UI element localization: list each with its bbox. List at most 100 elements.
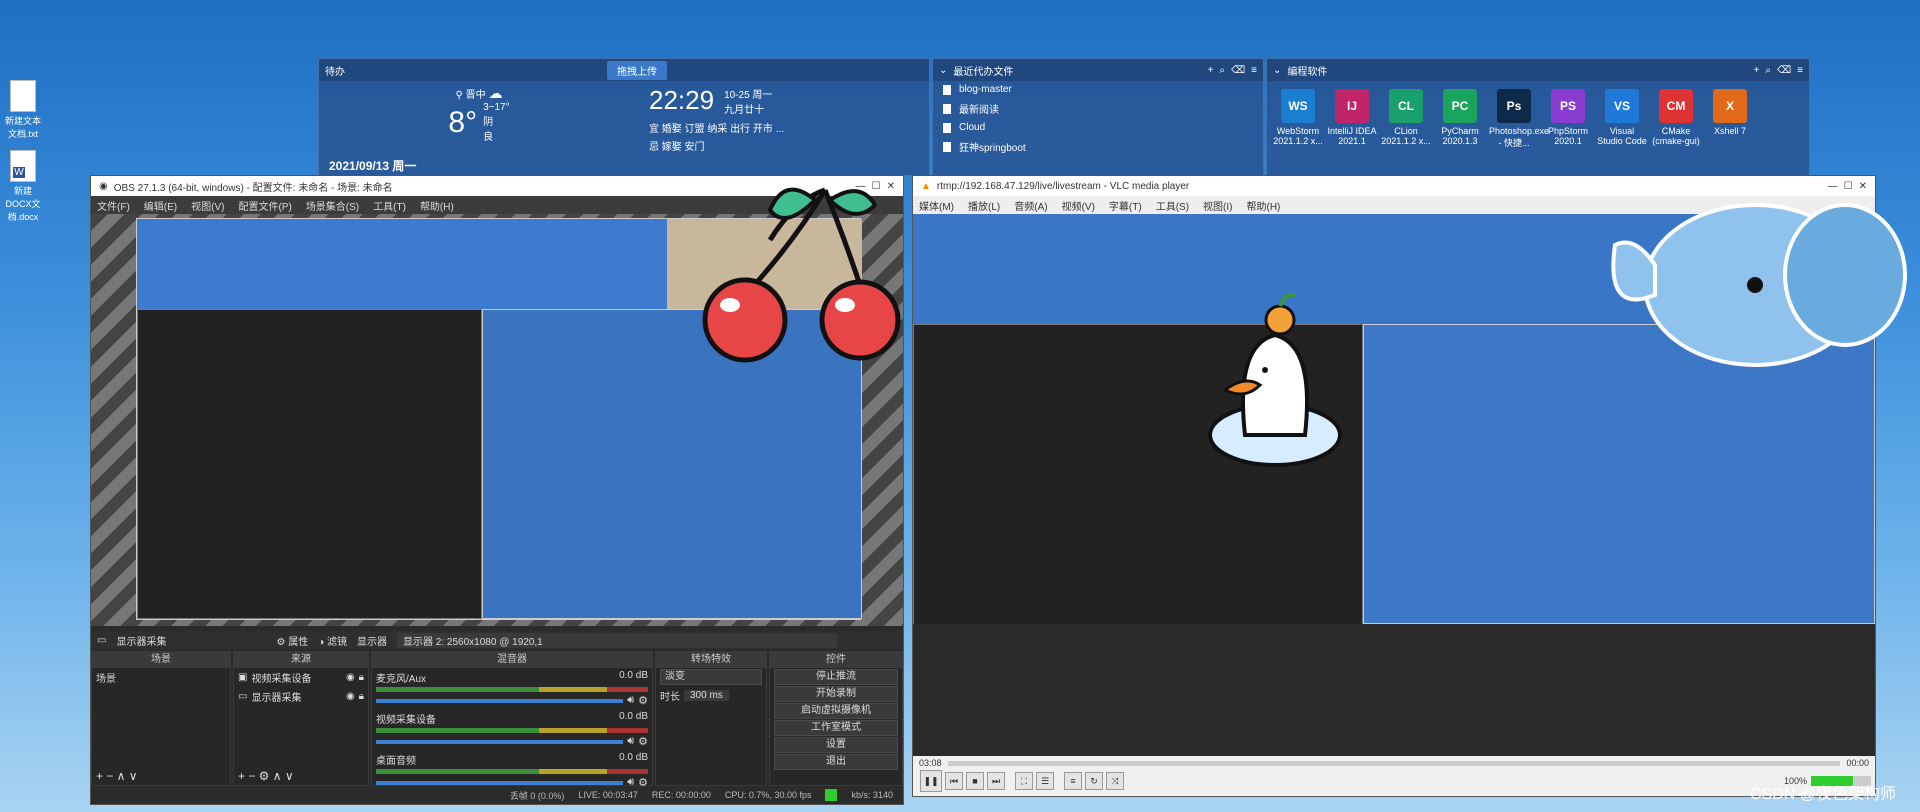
menu-item[interactable]: 工具(S) — [1156, 198, 1189, 213]
menu-item[interactable]: 视图(V) — [191, 198, 224, 213]
upload-button[interactable]: 拖拽上传 — [607, 60, 667, 80]
app-icon: CM — [1659, 89, 1693, 123]
stop-icon[interactable]: ■ — [966, 772, 984, 790]
volume-slider[interactable] — [376, 739, 624, 744]
source-item[interactable]: ▣ 视频采集设备 ◉ 🔒︎ — [234, 668, 368, 687]
app-shortcut[interactable]: PS PhpStorm 2020.1 — [1543, 89, 1593, 149]
status-indicator — [825, 789, 838, 801]
gear-icon[interactable]: ⚙ — [638, 694, 648, 707]
file-item[interactable]: blog-master — [933, 81, 1263, 98]
menu-item[interactable]: 场景集合(S) — [306, 198, 359, 213]
chevron-down-icon[interactable]: ⌄ — [939, 65, 947, 76]
dock-title: 转场特效 — [656, 652, 766, 668]
extended-settings-icon[interactable]: ☰ — [1036, 772, 1054, 790]
display-select[interactable]: 显示器 2: 2560x1080 @ 1920,1 — [397, 632, 838, 648]
speaker-icon[interactable]: 🔊︎ — [627, 735, 634, 748]
seek-bar[interactable] — [947, 760, 1841, 766]
desktop-icon-label: 新建DOCX文档.docx — [5, 186, 41, 222]
app-icon: WS — [1281, 89, 1315, 123]
transition-select[interactable]: 淡变 — [660, 669, 762, 685]
menu-item[interactable]: 文件(F) — [97, 198, 130, 213]
next-icon[interactable]: ⏭ — [987, 772, 1005, 790]
app-icon: VS — [1605, 89, 1639, 123]
menu-item[interactable]: 帮助(H) — [420, 198, 454, 213]
menu-item[interactable]: 媒体(M) — [919, 198, 954, 213]
app-shortcut[interactable]: Ps Photoshop.exe - 快捷... — [1489, 89, 1549, 149]
control-button[interactable]: 开始录制 — [774, 686, 898, 702]
add-icon[interactable]: + — [1754, 65, 1760, 76]
duration-input[interactable]: 300 ms — [684, 690, 729, 701]
file-item[interactable]: Cloud — [933, 119, 1263, 136]
eye-icon[interactable]: ◉ — [346, 691, 355, 702]
app-shortcut[interactable]: CL CLion 2021.1.2 x... — [1381, 89, 1431, 149]
dock-title: 来源 — [234, 652, 368, 668]
menu-item[interactable]: 帮助(H) — [1247, 198, 1281, 213]
app-label: PyCharm 2020.1.3 — [1441, 126, 1479, 146]
control-button[interactable]: 停止推流 — [774, 669, 898, 685]
mixer-channel: 桌面音频 0.0 dB 🔊︎ ⚙ — [372, 750, 652, 791]
loop-icon[interactable]: ↻ — [1085, 772, 1103, 790]
time-end: 00:00 — [1846, 758, 1869, 768]
app-shortcut[interactable]: WS WebStorm 2021.1.2 x... — [1273, 89, 1323, 149]
search-icon[interactable]: ⌕ — [1219, 65, 1225, 76]
file-item[interactable]: 最新阅读 — [933, 98, 1263, 119]
obs-app-icon: ◉ — [99, 180, 108, 192]
add-icon[interactable]: + — [1208, 65, 1214, 76]
desktop-icon-text-file[interactable]: 新建文本文档.txt — [4, 80, 42, 140]
control-button[interactable]: 工作室模式 — [774, 720, 898, 736]
search-icon[interactable]: ⌕ — [1765, 65, 1771, 76]
menu-item[interactable]: 工具(T) — [373, 198, 406, 213]
fullscreen-icon[interactable]: ⛶ — [1015, 772, 1033, 790]
nested-obs — [137, 309, 482, 619]
scene-toolbar[interactable]: + − ∧ ∨ — [96, 769, 138, 783]
watermark: CSDN @夜色架构师 — [1749, 786, 1896, 803]
volume-slider[interactable] — [376, 780, 624, 785]
app-shortcut[interactable]: IJ IntelliJ IDEA 2021.1 — [1327, 89, 1377, 149]
nested-docks — [913, 624, 1875, 758]
gear-icon[interactable]: ⚙ — [638, 735, 648, 748]
menu-item[interactable]: 字幕(T) — [1109, 198, 1142, 213]
app-shortcut[interactable]: CM CMake (cmake-gui) — [1651, 89, 1701, 149]
source-toolbar[interactable]: + − ⚙ ∧ ∨ — [238, 769, 294, 783]
cpu-usage: CPU: 0.7%, 30.00 fps — [724, 790, 812, 800]
previous-icon[interactable]: ⏮ — [945, 772, 963, 790]
menu-icon[interactable]: ≡ — [1797, 65, 1803, 76]
menu-item[interactable]: 编辑(E) — [144, 198, 177, 213]
scene-item[interactable]: 场景 — [92, 668, 230, 687]
menu-item[interactable]: 视频(V) — [1062, 198, 1095, 213]
control-button[interactable]: 设置 — [774, 737, 898, 753]
live-time: LIVE: 00:03:47 — [578, 790, 638, 800]
desktop-icon-docx-file[interactable]: 新建DOCX文档.docx — [4, 150, 42, 223]
app-shortcut[interactable]: VS Visual Studio Code — [1597, 89, 1647, 149]
playlist-icon[interactable]: ≡ — [1064, 772, 1082, 790]
chevron-down-icon[interactable]: ⌄ — [1273, 65, 1281, 76]
properties-button[interactable]: ⚙ 属性 — [276, 633, 308, 648]
app-shortcut[interactable]: X Xshell 7 — [1705, 89, 1755, 149]
speaker-icon[interactable]: 🔊︎ — [627, 694, 634, 707]
app-shortcut[interactable]: PC PyCharm 2020.1.3 — [1435, 89, 1485, 149]
dropped-frames: 丢帧 0 (0.0%) — [509, 790, 565, 801]
lock-icon[interactable]: 🔒︎ — [359, 672, 364, 683]
volume-slider[interactable] — [376, 698, 624, 703]
camera-icon: ▣ — [238, 672, 248, 683]
eye-icon[interactable]: ◉ — [346, 672, 355, 683]
control-button[interactable]: 启动虚拟摄像机 — [774, 703, 898, 719]
shuffle-icon[interactable]: ⤨ — [1106, 772, 1124, 790]
menu-item[interactable]: 视图(I) — [1203, 198, 1232, 213]
channel-db: 0.0 dB — [619, 752, 648, 763]
channel-name: 桌面音频 — [376, 756, 416, 767]
control-button[interactable]: 退出 — [774, 754, 898, 770]
delete-icon[interactable]: ⌫ — [1231, 65, 1245, 76]
delete-icon[interactable]: ⌫ — [1777, 65, 1791, 76]
file-item[interactable]: 狂神springboot — [933, 136, 1263, 157]
source-item[interactable]: ▭ 显示器采集 ◉ 🔒︎ — [234, 687, 368, 706]
menu-item[interactable]: 播放(L) — [968, 198, 1000, 213]
menu-icon[interactable]: ≡ — [1251, 65, 1257, 76]
menu-item[interactable]: 配置文件(P) — [238, 198, 291, 213]
app-icon: X — [1713, 89, 1747, 123]
pause-icon[interactable]: ❚❚ — [920, 770, 942, 792]
filters-button[interactable]: ◑ 滤镜 — [318, 633, 347, 648]
menu-item[interactable]: 音频(A) — [1014, 198, 1047, 213]
elephant-sticker — [1595, 175, 1915, 375]
lock-icon[interactable]: 🔒︎ — [359, 691, 364, 702]
